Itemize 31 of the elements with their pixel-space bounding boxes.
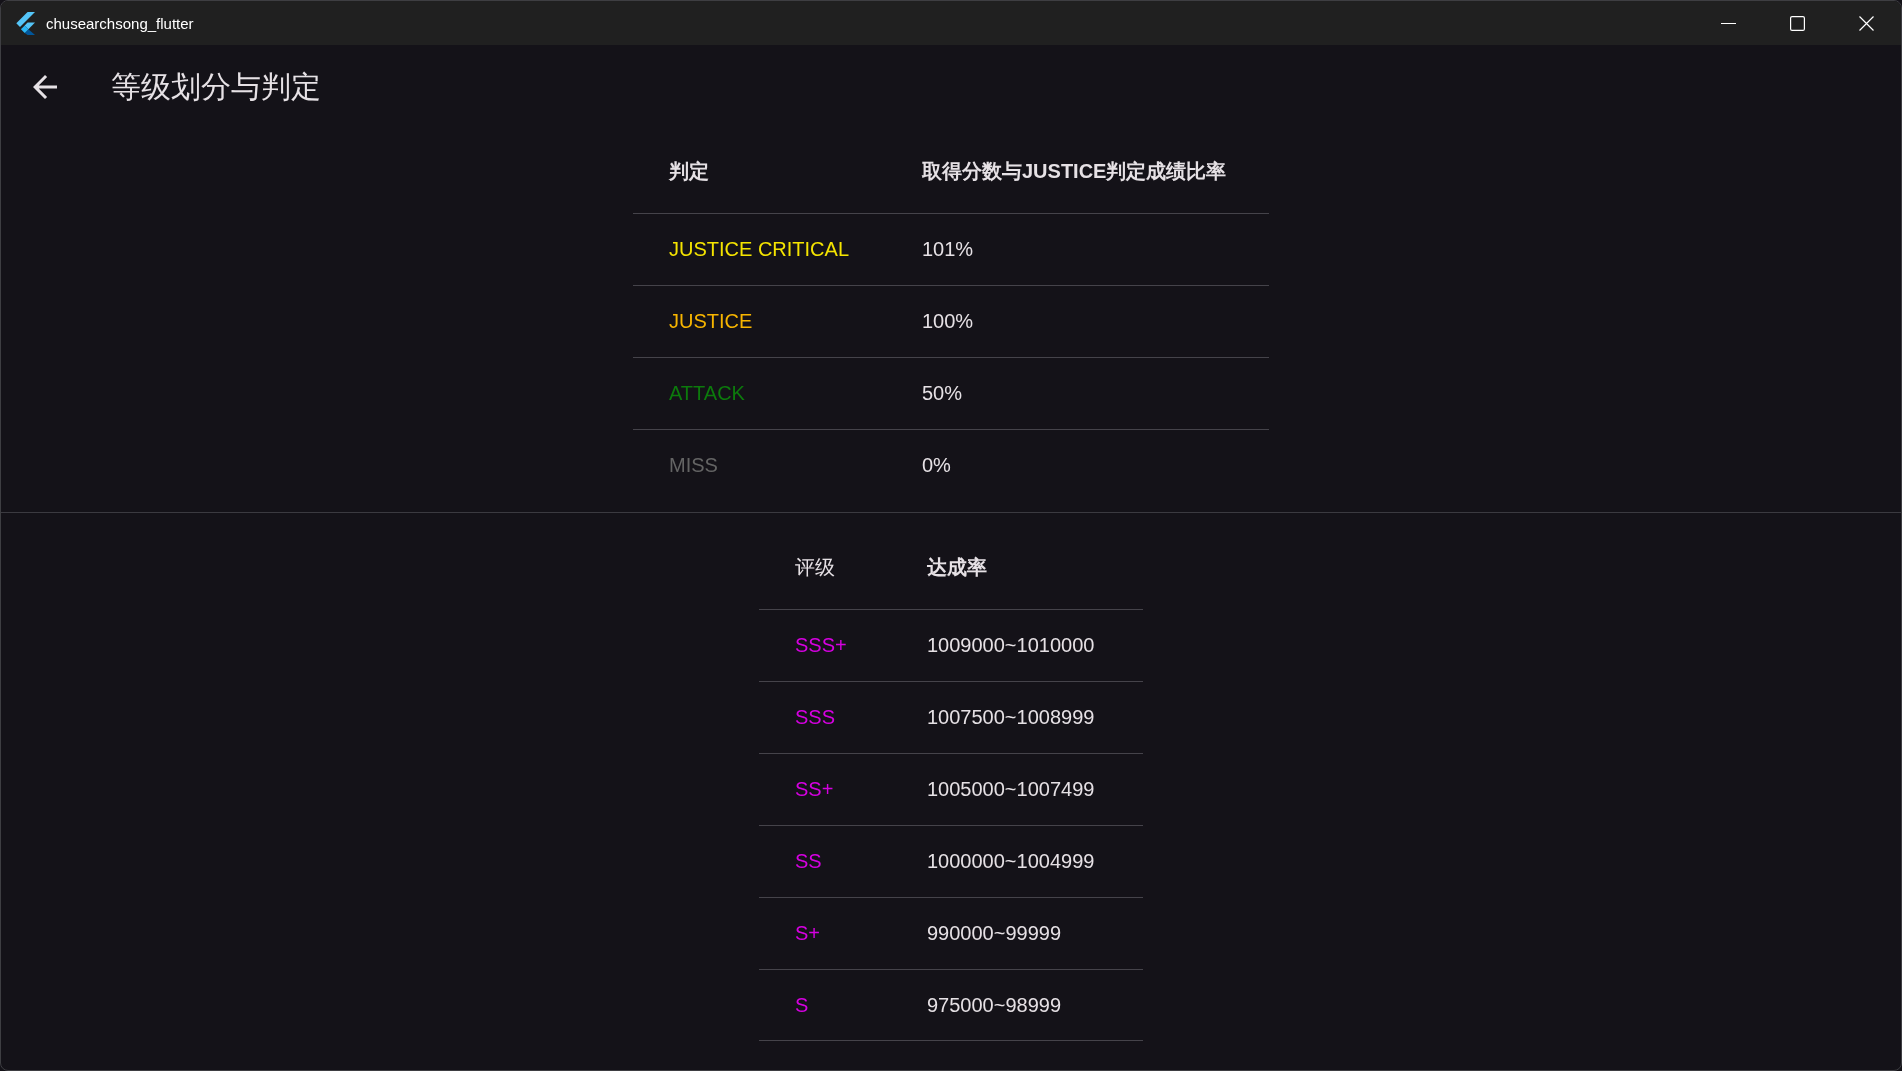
table-cell: SSS xyxy=(795,706,836,729)
table-cell: S+ xyxy=(795,922,821,945)
table-cell: JUSTICE CRITICAL xyxy=(669,238,850,261)
table-cell: 1000000~1004999 xyxy=(927,850,1095,873)
table-cell: 50% xyxy=(922,382,963,405)
table-cell: 1009000~1010000 xyxy=(927,634,1095,657)
table-cell: JUSTICE xyxy=(669,310,753,333)
table-cell: S xyxy=(795,993,809,1017)
column-header: 评级 xyxy=(795,554,835,580)
table-cell: 990000~99999 xyxy=(927,922,1062,945)
table-cell: 100% xyxy=(922,310,974,333)
table-cell: 975000~98999 xyxy=(927,993,1062,1017)
column-header: 判定 xyxy=(669,158,709,184)
table-cell: MISS xyxy=(669,454,718,477)
table-cell: 1007500~1008999 xyxy=(927,706,1095,729)
minimize-icon xyxy=(1721,22,1736,24)
maximize-icon xyxy=(1790,15,1805,31)
close-icon xyxy=(1859,15,1874,31)
table-cell: ATTACK xyxy=(669,382,745,405)
table-cell: SSS+ xyxy=(795,634,847,657)
table-cell: 101% xyxy=(922,238,974,261)
page-title: 等级划分与判定 xyxy=(111,68,321,105)
table-cell: 0% xyxy=(922,454,951,477)
window-title: chusearchsong_flutter xyxy=(46,14,194,32)
table-cell: SS xyxy=(795,850,822,873)
table-cell: SS+ xyxy=(795,778,834,801)
table-cell: 1005000~1007499 xyxy=(927,778,1095,801)
back-arrow-icon xyxy=(33,75,57,99)
app-logo-icon xyxy=(15,11,35,35)
column-header: 达成率 xyxy=(927,554,987,580)
column-header: 取得分数与JUSTICE判定成绩比率 xyxy=(922,158,1227,184)
